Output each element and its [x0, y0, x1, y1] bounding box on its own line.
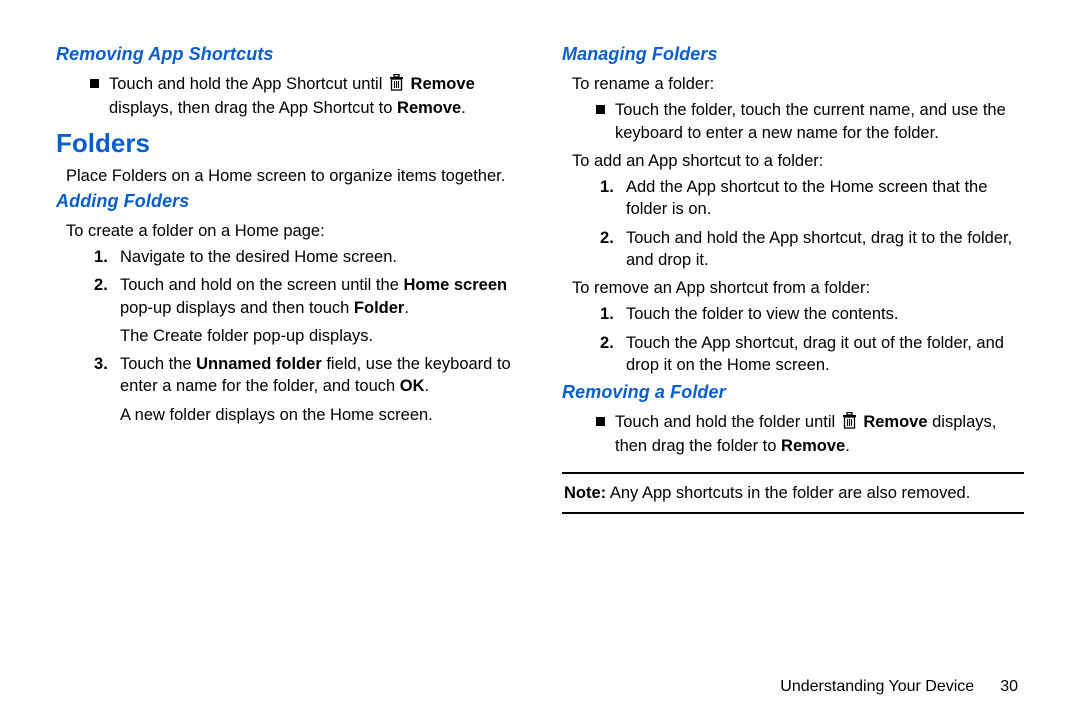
- step-item: Add the App shortcut to the Home screen …: [600, 176, 1024, 221]
- text: .: [845, 437, 850, 455]
- heading-removing-app-shortcuts: Removing App Shortcuts: [56, 44, 518, 65]
- bullet-rename-folder: Touch the folder, touch the current name…: [562, 99, 1024, 144]
- step-text: Add the App shortcut to the Home screen …: [626, 178, 987, 218]
- square-bullet-icon: [596, 417, 605, 426]
- two-column-layout: Removing App Shortcuts Touch and hold th…: [56, 44, 1024, 638]
- rename-intro: To rename a folder:: [562, 73, 1024, 95]
- footer-page-number: 30: [1000, 678, 1018, 696]
- step-item: Navigate to the desired Home screen.: [94, 246, 518, 268]
- step-text: Touch and hold on the screen until the: [120, 276, 403, 294]
- bold-home-screen: Home screen: [403, 276, 507, 294]
- step-item: Touch the Unnamed folder field, use the …: [94, 353, 518, 426]
- step-text: pop-up displays and then touch: [120, 299, 354, 317]
- bold-remove: Remove: [411, 75, 475, 93]
- square-bullet-icon: [90, 79, 99, 88]
- step-text: .: [425, 377, 430, 395]
- bullet-text: Touch and hold the App Shortcut until Re…: [109, 73, 475, 120]
- folders-intro: Place Folders on a Home screen to organi…: [56, 165, 518, 187]
- bullet-remove-folder: Touch and hold the folder until Remove d…: [562, 411, 1024, 458]
- step-subline: A new folder displays on the Home screen…: [120, 404, 518, 426]
- bold-folder: Folder: [354, 299, 404, 317]
- adding-folders-steps: Navigate to the desired Home screen. Tou…: [56, 246, 518, 426]
- remove-shortcut-intro: To remove an App shortcut from a folder:: [562, 277, 1024, 299]
- left-column: Removing App Shortcuts Touch and hold th…: [56, 44, 518, 638]
- bold-ok: OK: [400, 377, 425, 395]
- add-shortcut-steps: Add the App shortcut to the Home screen …: [562, 176, 1024, 271]
- step-item: Touch and hold on the screen until the H…: [94, 274, 518, 347]
- bullet-remove-shortcut: Touch and hold the App Shortcut until Re…: [56, 73, 518, 120]
- square-bullet-icon: [596, 105, 605, 114]
- step-text: Touch the App shortcut, drag it out of t…: [626, 334, 1004, 374]
- note-callout: Note: Any App shortcuts in the folder ar…: [562, 472, 1024, 514]
- bold-remove: Remove: [863, 413, 927, 431]
- bold-remove: Remove: [397, 99, 461, 117]
- footer-section-title: Understanding Your Device: [780, 678, 974, 696]
- step-item: Touch and hold the App shortcut, drag it…: [600, 227, 1024, 272]
- step-item: Touch the App shortcut, drag it out of t…: [600, 332, 1024, 377]
- heading-folders: Folders: [56, 128, 518, 159]
- step-text: Touch and hold the App shortcut, drag it…: [626, 229, 1012, 269]
- heading-managing-folders: Managing Folders: [562, 44, 1024, 65]
- note-text: Any App shortcuts in the folder are also…: [606, 484, 970, 502]
- trash-icon: [389, 74, 404, 97]
- heading-adding-folders: Adding Folders: [56, 191, 518, 212]
- remove-shortcut-steps: Touch the folder to view the contents. T…: [562, 303, 1024, 376]
- add-shortcut-intro: To add an App shortcut to a folder:: [562, 150, 1024, 172]
- adding-intro: To create a folder on a Home page:: [56, 220, 518, 242]
- text: displays, then drag the App Shortcut to: [109, 99, 397, 117]
- bold-remove: Remove: [781, 437, 845, 455]
- text: Touch and hold the folder until: [615, 413, 840, 431]
- step-text: Touch the: [120, 355, 196, 373]
- text: .: [461, 99, 466, 117]
- heading-removing-a-folder: Removing a Folder: [562, 382, 1024, 403]
- note-label: Note:: [564, 484, 606, 502]
- step-text: .: [404, 299, 409, 317]
- step-item: Touch the folder to view the contents.: [600, 303, 1024, 325]
- step-text: Touch the folder to view the contents.: [626, 305, 898, 323]
- bold-unnamed-folder: Unnamed folder: [196, 355, 322, 373]
- right-column: Managing Folders To rename a folder: Tou…: [562, 44, 1024, 638]
- trash-icon: [842, 412, 857, 435]
- text: Touch and hold the App Shortcut until: [109, 75, 387, 93]
- manual-page: Removing App Shortcuts Touch and hold th…: [0, 0, 1080, 720]
- bullet-text: Touch the folder, touch the current name…: [615, 99, 1024, 144]
- bullet-text: Touch and hold the folder until Remove d…: [615, 411, 1024, 458]
- page-footer: Understanding Your Device 30: [56, 638, 1024, 696]
- step-text: Navigate to the desired Home screen.: [120, 248, 397, 266]
- step-subline: The Create folder pop-up displays.: [120, 325, 518, 347]
